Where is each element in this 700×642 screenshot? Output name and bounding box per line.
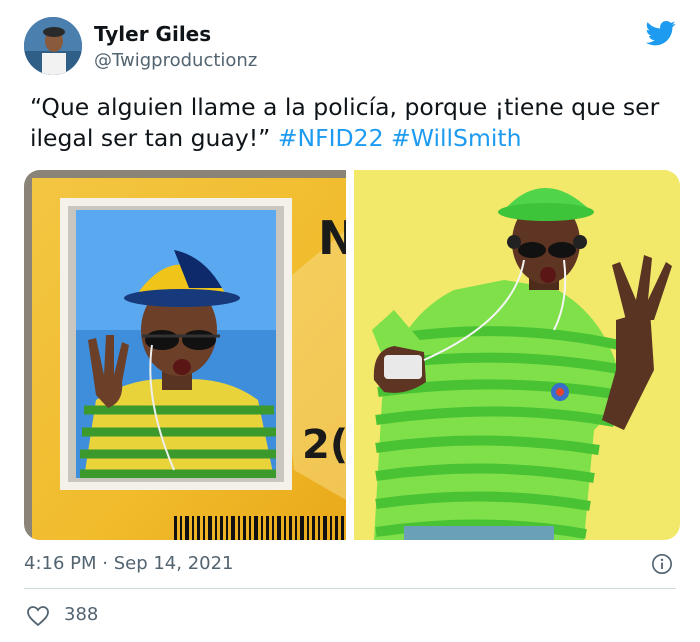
tweet-card: Tyler Giles @Twigproductionz “Que alguie… [0, 0, 700, 642]
hashtag-link[interactable]: #WillSmith [391, 124, 521, 152]
id-card-letter-bottom: 2( [302, 422, 346, 468]
info-icon[interactable] [651, 553, 673, 575]
like-count: 388 [64, 604, 99, 625]
hashtag-link[interactable]: #NFID22 [278, 124, 384, 152]
tweet-timestamp[interactable]: 4:16 PM · Sep 14, 2021 [24, 552, 234, 576]
avatar[interactable] [24, 17, 82, 75]
photo-will-smith[interactable] [354, 170, 680, 540]
author-handle[interactable]: @Twigproductionz [94, 50, 257, 72]
author-name[interactable]: Tyler Giles [94, 22, 211, 46]
media-grid: N 2( [24, 170, 680, 540]
twitter-bird-icon[interactable] [646, 18, 676, 48]
divider [24, 588, 676, 589]
tweet-text: “Que alguien llame a la policía, porque … [30, 92, 670, 154]
photo-id-card[interactable]: N 2( [24, 170, 346, 540]
id-card-letter-top: N [318, 211, 346, 265]
heart-icon[interactable] [26, 605, 50, 627]
